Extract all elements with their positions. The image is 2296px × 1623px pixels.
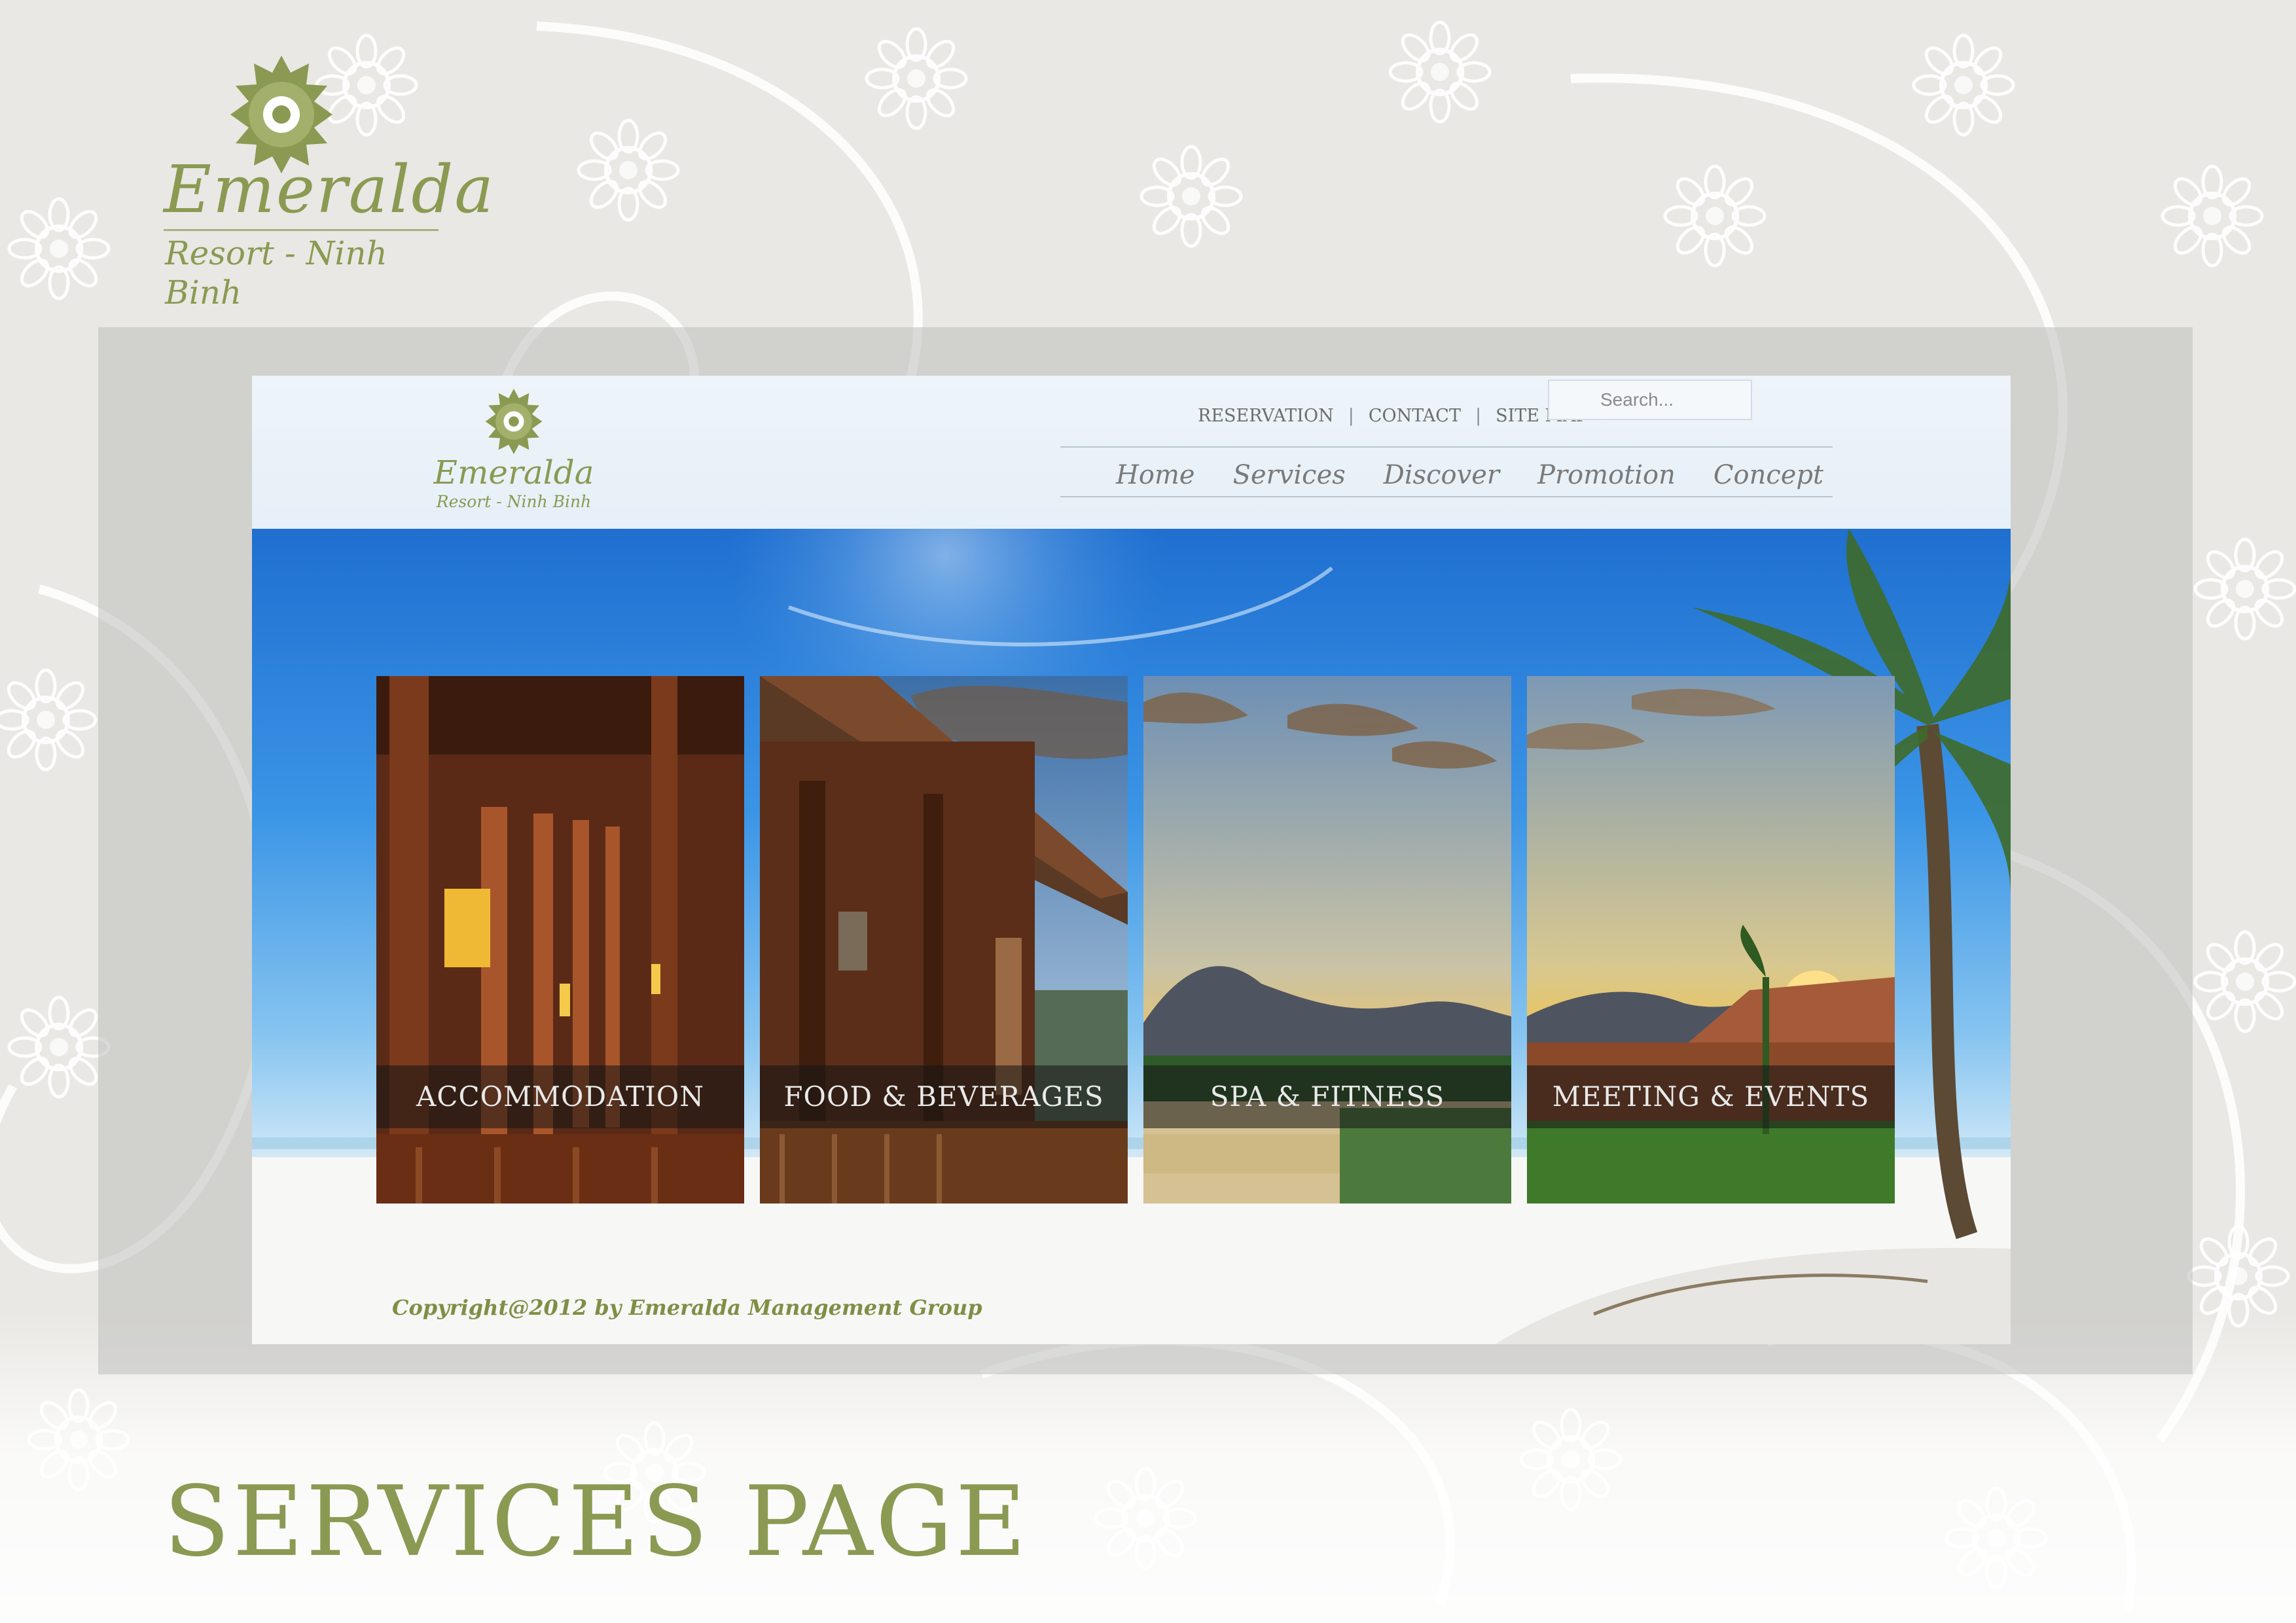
card-spa-fitness[interactable]: SPA & FITNESS: [1143, 676, 1511, 1204]
nav-home[interactable]: Home: [1116, 460, 1195, 490]
utility-nav-separator: |: [1475, 405, 1482, 426]
service-cards: ACCOMMODATION FOOD & BEVERAGES SPA & FIT…: [376, 676, 1908, 1204]
nav-promotion[interactable]: Promotion: [1537, 460, 1676, 490]
card-meeting-events[interactable]: MEETING & EVENTS: [1527, 676, 1895, 1204]
nav-services[interactable]: Services: [1233, 460, 1346, 490]
brand-tagline: Resort - Ninh Binh: [165, 234, 387, 312]
page-title: SERVICES PAGE: [164, 1465, 1029, 1578]
utility-nav: RESERVATION | CONTACT | SITE MAP: [1198, 399, 1588, 432]
site-logo-tagline: Resort - Ninh Binh: [436, 492, 592, 511]
brand-logo: Emeralda Resort - Ninh Binh: [157, 56, 495, 312]
website-mockup: Emeralda Resort - Ninh Binh RESERVATION …: [252, 376, 2011, 1344]
site-header: Emeralda Resort - Ninh Binh RESERVATION …: [252, 376, 2011, 529]
card-food-beverages[interactable]: FOOD & BEVERAGES: [760, 676, 1128, 1204]
nav-rule-top: [1060, 446, 1833, 448]
brand-divider: [164, 229, 439, 231]
card-label-food-beverages: FOOD & BEVERAGES: [783, 1080, 1104, 1113]
nav-discover[interactable]: Discover: [1384, 460, 1499, 490]
search-input[interactable]: [1549, 381, 1751, 419]
reservation-link[interactable]: RESERVATION: [1198, 406, 1334, 426]
site-logo[interactable]: Emeralda Resort - Ninh Binh: [429, 389, 599, 520]
card-label-spa-fitness: SPA & FITNESS: [1210, 1080, 1445, 1113]
search-box: [1548, 380, 1752, 420]
nav-concept[interactable]: Concept: [1713, 460, 1823, 490]
nav-rule-bottom: [1060, 496, 1833, 497]
utility-nav-separator: |: [1348, 405, 1354, 426]
main-nav: Home Services Discover Promotion Concept: [1064, 449, 1823, 501]
card-label-accommodation: ACCOMMODATION: [416, 1080, 704, 1113]
site-logo-name: Emeralda: [433, 454, 594, 491]
hero-banner: ACCOMMODATION FOOD & BEVERAGES SPA & FIT…: [252, 529, 2011, 1344]
card-accommodation[interactable]: ACCOMMODATION: [376, 676, 744, 1204]
lotus-logo-icon: [485, 389, 543, 454]
copyright-text: Copyright@2012 by Emeralda Management Gr…: [392, 1295, 982, 1320]
card-label-meeting-events: MEETING & EVENTS: [1552, 1080, 1870, 1113]
brand-name: Emeralda: [164, 151, 495, 228]
contact-link[interactable]: CONTACT: [1369, 406, 1461, 426]
